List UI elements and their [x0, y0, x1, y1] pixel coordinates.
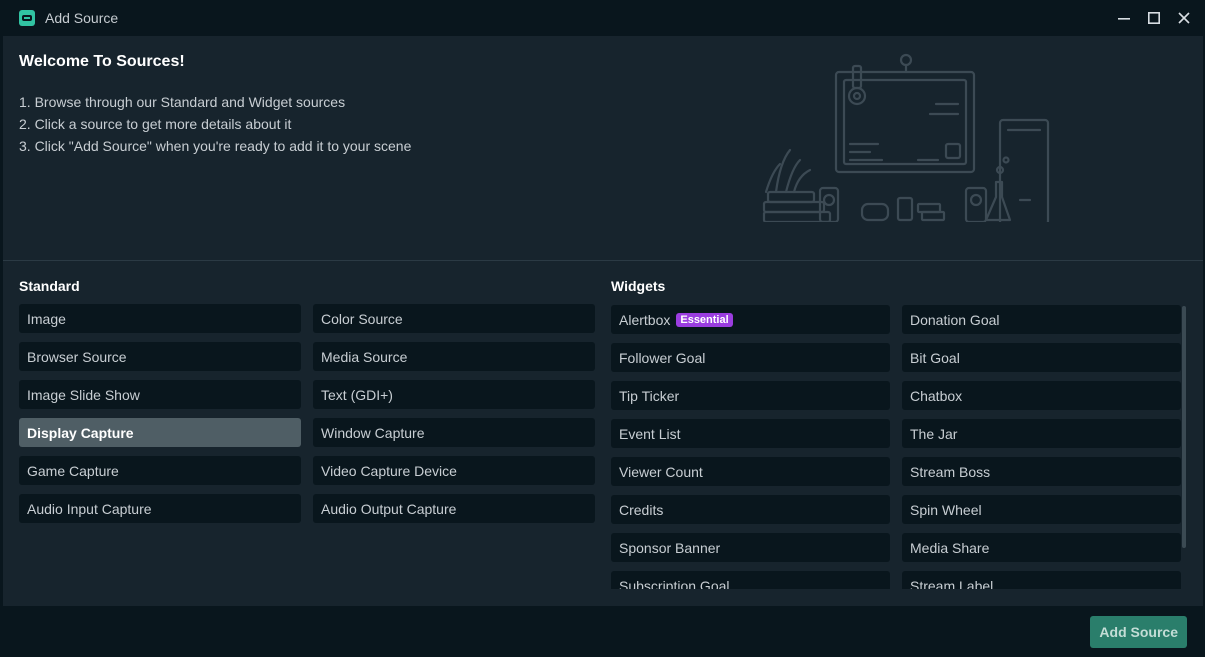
widgets-scrollbar[interactable]: [1182, 304, 1187, 589]
welcome-panel: Welcome To Sources! 1. Browse through ou…: [3, 36, 1203, 260]
source-item-display-capture[interactable]: Display Capture: [19, 418, 301, 447]
source-item-audio-input-capture[interactable]: Audio Input Capture: [19, 494, 301, 523]
standard-title: Standard: [19, 278, 80, 294]
divider: [3, 260, 1203, 261]
widget-item-stream-boss[interactable]: Stream Boss: [902, 457, 1181, 486]
widget-item-event-list[interactable]: Event List: [611, 419, 890, 448]
minimize-icon: [1118, 18, 1130, 20]
widget-item-sponsor-banner[interactable]: Sponsor Banner: [611, 533, 890, 562]
widgets-title: Widgets: [611, 278, 666, 294]
maximize-button[interactable]: [1145, 9, 1163, 27]
streamlabs-logo-icon: [19, 10, 35, 26]
step-1: 1. Browse through our Standard and Widge…: [19, 94, 346, 110]
widget-item-viewer-count[interactable]: Viewer Count: [611, 457, 890, 486]
widget-item-follower-goal[interactable]: Follower Goal: [611, 343, 890, 372]
widget-item-media-share[interactable]: Media Share: [902, 533, 1181, 562]
footer: Add Source: [0, 606, 1205, 657]
widget-item-bit-goal[interactable]: Bit Goal: [902, 343, 1181, 372]
widget-item-label: Alertbox: [619, 311, 671, 328]
source-item-audio-output-capture[interactable]: Audio Output Capture: [313, 494, 595, 523]
add-source-window: Add Source Welcome To Sources! 1. Browse…: [0, 0, 1205, 657]
widgets-list: Alertbox Essential Follower Goal Tip Tic…: [611, 304, 1183, 589]
source-item-window-capture[interactable]: Window Capture: [313, 418, 595, 447]
source-item-media-source[interactable]: Media Source: [313, 342, 595, 371]
titlebar: Add Source: [0, 0, 1205, 36]
widget-item-donation-goal[interactable]: Donation Goal: [902, 305, 1181, 334]
minimize-button[interactable]: [1115, 9, 1133, 27]
widget-item-stream-label[interactable]: Stream Label: [902, 571, 1181, 589]
scrollbar-thumb[interactable]: [1182, 306, 1186, 548]
source-item-image-slide-show[interactable]: Image Slide Show: [19, 380, 301, 409]
source-item-browser-source[interactable]: Browser Source: [19, 342, 301, 371]
close-icon: [1178, 12, 1190, 24]
source-item-color-source[interactable]: Color Source: [313, 304, 595, 333]
step-2: 2. Click a source to get more details ab…: [19, 116, 292, 132]
widget-item-tip-ticker[interactable]: Tip Ticker: [611, 381, 890, 410]
add-source-button[interactable]: Add Source: [1090, 616, 1187, 648]
source-item-text-gdi[interactable]: Text (GDI+): [313, 380, 595, 409]
widget-item-spin-wheel[interactable]: Spin Wheel: [902, 495, 1181, 524]
essential-badge: Essential: [676, 312, 733, 327]
welcome-heading: Welcome To Sources!: [19, 53, 185, 70]
step-3: 3. Click "Add Source" when you're ready …: [19, 138, 412, 154]
widget-item-chatbox[interactable]: Chatbox: [902, 381, 1181, 410]
window-title: Add Source: [45, 10, 119, 26]
desk-setup-illustration-icon: [762, 53, 1050, 222]
widget-item-subscription-goal[interactable]: Subscription Goal: [611, 571, 890, 589]
source-item-video-capture-device[interactable]: Video Capture Device: [313, 456, 595, 485]
widget-item-the-jar[interactable]: The Jar: [902, 419, 1181, 448]
widget-item-alertbox[interactable]: Alertbox Essential: [611, 305, 890, 334]
welcome-steps: 1. Browse through our Standard and Widge…: [19, 91, 411, 157]
widget-item-credits[interactable]: Credits: [611, 495, 890, 524]
source-item-game-capture[interactable]: Game Capture: [19, 456, 301, 485]
close-button[interactable]: [1175, 9, 1193, 27]
maximize-icon: [1148, 12, 1160, 24]
source-item-image[interactable]: Image: [19, 304, 301, 333]
